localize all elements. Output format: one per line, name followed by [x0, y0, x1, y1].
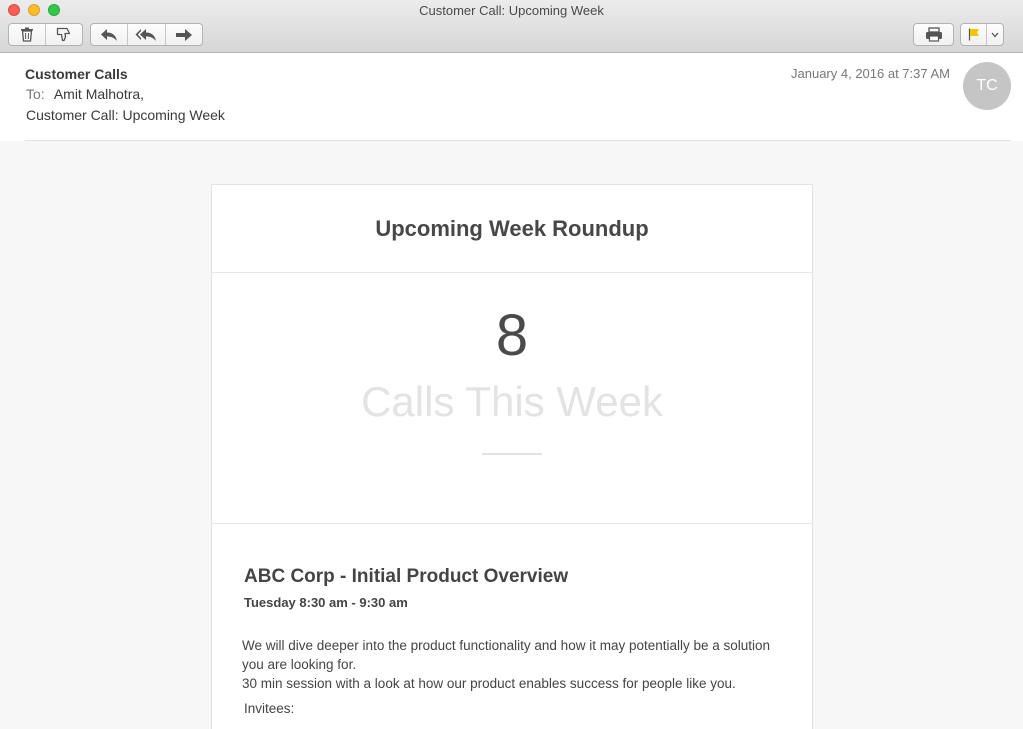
print-group [913, 23, 954, 46]
title-bar: Customer Call: Upcoming Week [0, 0, 1023, 53]
flag-menu-button[interactable] [987, 24, 1003, 45]
flag-icon [968, 28, 980, 41]
forward-button[interactable] [166, 24, 202, 45]
event-description: We will dive deeper into the product fun… [242, 636, 780, 693]
stat-divider [482, 453, 542, 455]
event-description-line-2: 30 min session with a look at how our pr… [242, 676, 736, 691]
forward-icon [175, 28, 193, 42]
reply-all-icon [135, 28, 157, 42]
avatar: TC [963, 62, 1011, 110]
message-subject: Customer Call: Upcoming Week [26, 107, 225, 123]
reply-button[interactable] [91, 24, 129, 45]
sender-name[interactable]: Customer Calls [25, 66, 128, 82]
event-time: Tuesday 8:30 am - 9:30 am [244, 595, 408, 610]
chevron-down-icon [991, 32, 999, 38]
event-item: ABC Corp - Initial Product Overview Tues… [212, 524, 812, 716]
email-content-card: Upcoming Week Roundup 8 Calls This Week … [211, 184, 813, 729]
window-title: Customer Call: Upcoming Week [419, 3, 604, 18]
reply-all-button[interactable] [128, 24, 166, 45]
flag-button[interactable] [961, 24, 987, 45]
junk-button[interactable] [46, 24, 83, 45]
delete-button[interactable] [9, 24, 46, 45]
printer-icon [925, 27, 943, 42]
print-button[interactable] [914, 24, 953, 45]
calls-stat-section: 8 Calls This Week [212, 273, 812, 524]
event-description-line-1: We will dive deeper into the product fun… [242, 638, 771, 672]
message-header: Customer Calls To: Amit Malhotra, Custom… [0, 53, 1023, 141]
recipient-name[interactable]: Amit Malhotra, [54, 86, 144, 102]
message-date: January 4, 2016 at 7:37 AM [791, 66, 950, 81]
reply-icon [100, 28, 118, 42]
reply-forward-group [90, 23, 203, 46]
calls-count: 8 [495, 303, 529, 368]
thumbs-down-icon [56, 27, 72, 42]
trash-icon [20, 27, 34, 42]
mail-window: Customer Call: Upcoming Week Customer Ca… [0, 0, 1023, 729]
header-divider [25, 140, 1011, 141]
to-label: To: [26, 86, 45, 102]
recipient-line: To: Amit Malhotra, [26, 86, 144, 102]
flag-group [960, 23, 1004, 46]
calls-label: Calls This Week [361, 378, 663, 425]
roundup-heading: Upcoming Week Roundup [212, 185, 812, 273]
invitees-label: Invitees: [244, 701, 295, 716]
delete-junk-group [8, 23, 83, 46]
event-title: ABC Corp - Initial Product Overview [244, 566, 569, 587]
